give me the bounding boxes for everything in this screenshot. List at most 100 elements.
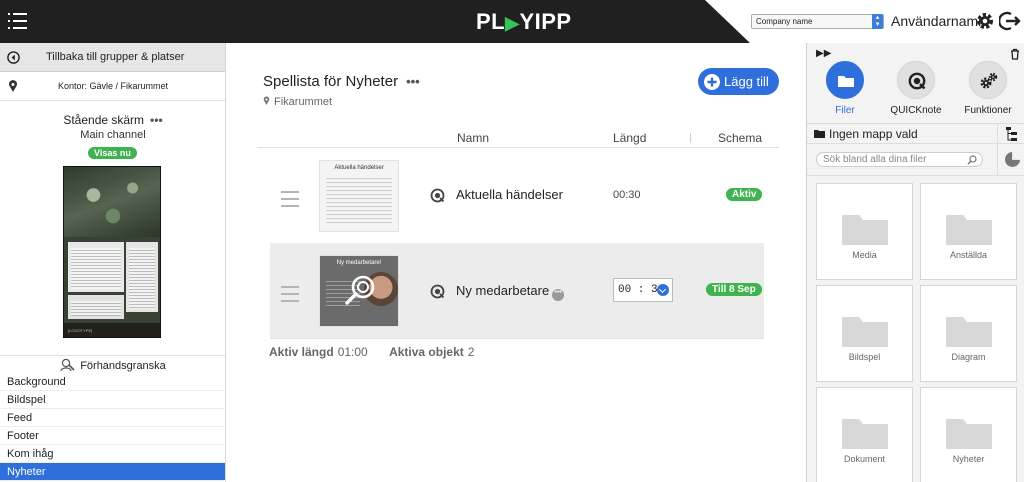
settings-gear-icon[interactable] xyxy=(975,11,995,31)
preview-footer: [LOGOTYPE] xyxy=(64,323,160,337)
item-thumbnail[interactable]: Aktuella händelser xyxy=(319,160,399,232)
tool-files[interactable]: Filer xyxy=(815,61,875,116)
folder-tile[interactable]: Nyheter xyxy=(920,387,1017,482)
current-folder[interactable]: Ingen mapp vald xyxy=(807,123,997,144)
file-search-placeholder: Sök bland alla dina filer xyxy=(823,154,927,165)
trash-icon[interactable] xyxy=(1010,48,1020,60)
zoom-preview-icon[interactable] xyxy=(344,274,376,306)
folder-icon xyxy=(842,317,888,347)
folder-small-icon xyxy=(814,130,825,138)
folder-tile[interactable]: Bildspel xyxy=(816,285,913,382)
logout-icon[interactable] xyxy=(999,11,1021,31)
playlist-row[interactable]: Aktuella händelser Aktuella händelser 00… xyxy=(270,148,764,244)
tool-functions[interactable]: Funktioner xyxy=(958,61,1018,116)
tool-quicknote[interactable]: QUICKnote xyxy=(886,61,946,116)
active-objects-value: 2 xyxy=(467,345,475,359)
playlist-location: Fikarummet xyxy=(263,96,332,108)
playlist-main: Spellista för Nyheter ••• Fikarummet Lägg… xyxy=(227,43,806,482)
live-badge: Visas nu xyxy=(88,147,137,159)
column-divider xyxy=(690,133,691,143)
folder-tree-button[interactable] xyxy=(997,123,1024,144)
item-length: 00:30 xyxy=(613,189,641,201)
screen-more-icon[interactable]: ••• xyxy=(150,113,163,127)
thumbnail-title: Aktuella händelser xyxy=(334,165,384,171)
preview-side-card xyxy=(126,242,158,312)
active-length-value: 01:00 xyxy=(337,345,368,359)
item-thumbnail[interactable]: Ny medarbetare! xyxy=(319,255,399,327)
preview-label: Förhandsgranska xyxy=(80,360,166,372)
item-more-icon[interactable]: ••• xyxy=(552,289,565,301)
channel-item[interactable]: Footer xyxy=(0,427,225,445)
folder-tile[interactable]: Anställda xyxy=(920,183,1017,280)
folder-icon xyxy=(842,419,888,449)
screen-channel: Main channel xyxy=(80,129,146,141)
folder-tile-label: Anställda xyxy=(949,250,988,260)
plus-circle-icon xyxy=(704,74,720,90)
folder-icon xyxy=(946,215,992,245)
length-input[interactable]: 00 : 30 xyxy=(613,278,673,302)
file-search-row: Sök bland alla dina filer xyxy=(807,144,997,176)
quicknote-icon xyxy=(430,188,445,203)
playlist-header-row: Namn Längd Schema xyxy=(257,131,779,148)
collapse-panel-icon[interactable]: ▶▶ xyxy=(816,48,831,59)
item-name[interactable]: Ny medarbetare ••• xyxy=(456,283,565,301)
app-logo[interactable]: PL▶YIPP xyxy=(476,9,572,35)
folder-tile[interactable]: Media xyxy=(816,183,913,280)
drag-handle-icon[interactable] xyxy=(281,286,299,302)
company-select[interactable]: Company name ▴ ▾ xyxy=(751,14,884,29)
menu-icon[interactable] xyxy=(8,12,27,30)
left-panel: Tillbaka till grupper & platser Kontor: … xyxy=(0,43,226,482)
status-badge[interactable]: Aktiv xyxy=(726,188,763,201)
storage-usage-button[interactable] xyxy=(997,144,1024,176)
channel-item[interactable]: Feed xyxy=(0,409,225,427)
quicknote-icon xyxy=(430,284,445,299)
drag-handle-icon[interactable] xyxy=(281,191,299,207)
chevron-down-icon[interactable] xyxy=(657,284,669,296)
office-location: Kontor: Gävle / Fikarummet xyxy=(0,72,225,101)
screen-title-text: Stående skärm xyxy=(63,113,145,127)
folder-icon xyxy=(842,215,888,245)
playlist-title-text: Spellista för Nyheter xyxy=(263,73,399,90)
column-name[interactable]: Namn xyxy=(457,131,489,145)
playlist-title: Spellista för Nyheter ••• xyxy=(263,73,420,90)
tool-quicknote-label: QUICKnote xyxy=(890,105,942,116)
item-name-text: Ny medarbetare xyxy=(456,283,550,298)
active-length-label: Aktiv längd xyxy=(269,345,334,359)
column-length[interactable]: Längd xyxy=(613,131,646,145)
preview-background-image xyxy=(64,167,160,237)
folder-tile-label: Bildspel xyxy=(848,352,881,362)
playlist-row-selected[interactable]: Ny medarbetare! Ny medarbetare ••• 00 : 3… xyxy=(270,243,764,339)
add-button[interactable]: Lägg till xyxy=(698,68,779,95)
current-folder-label: Ingen mapp vald xyxy=(829,127,918,141)
top-bar-dark-band xyxy=(0,0,750,43)
screen-preview[interactable]: [LOGOTYPE] xyxy=(63,166,161,338)
panel-controls: ▶▶ xyxy=(816,48,1019,62)
folder-tree-icon xyxy=(1006,127,1017,141)
folder-icon xyxy=(946,419,992,449)
folder-tile[interactable]: Dokument xyxy=(816,387,913,482)
playlist-location-text: Fikarummet xyxy=(274,96,333,108)
username[interactable]: Användarnamn xyxy=(891,13,986,29)
folder-tile[interactable]: Diagram xyxy=(920,285,1017,382)
preview-button[interactable]: Förhandsgranska xyxy=(0,355,226,375)
item-name[interactable]: Aktuella händelser xyxy=(456,187,563,202)
channel-item[interactable]: Kom ihåg xyxy=(0,445,225,463)
add-button-label: Lägg till xyxy=(724,74,769,89)
tool-functions-label: Funktioner xyxy=(964,105,1012,116)
channel-item-active[interactable]: Nyheter xyxy=(0,463,225,481)
channel-item[interactable]: Bildspel xyxy=(0,391,225,409)
quicknote-icon xyxy=(897,61,935,99)
back-to-groups-button[interactable]: Tillbaka till grupper & platser xyxy=(0,43,225,72)
status-badge[interactable]: Till 8 Sep xyxy=(706,283,762,296)
folder-icon xyxy=(946,317,992,347)
folder-tile-label: Nyheter xyxy=(952,454,985,464)
column-schedule[interactable]: Schema xyxy=(718,131,762,145)
search-icon[interactable] xyxy=(967,155,977,165)
file-search-input[interactable]: Sök bland alla dina filer xyxy=(816,152,983,167)
channel-item[interactable]: Background xyxy=(0,373,225,391)
pie-chart-icon xyxy=(1005,151,1021,167)
playlist-more-icon[interactable]: ••• xyxy=(406,74,420,89)
top-bar: PL▶YIPP Company name ▴ ▾ Användarnamn xyxy=(0,0,1024,43)
right-panel: ▶▶ Filer QUICKnote Funktioner Ingen mapp… xyxy=(806,43,1024,482)
company-select-value: Company name xyxy=(756,17,813,26)
